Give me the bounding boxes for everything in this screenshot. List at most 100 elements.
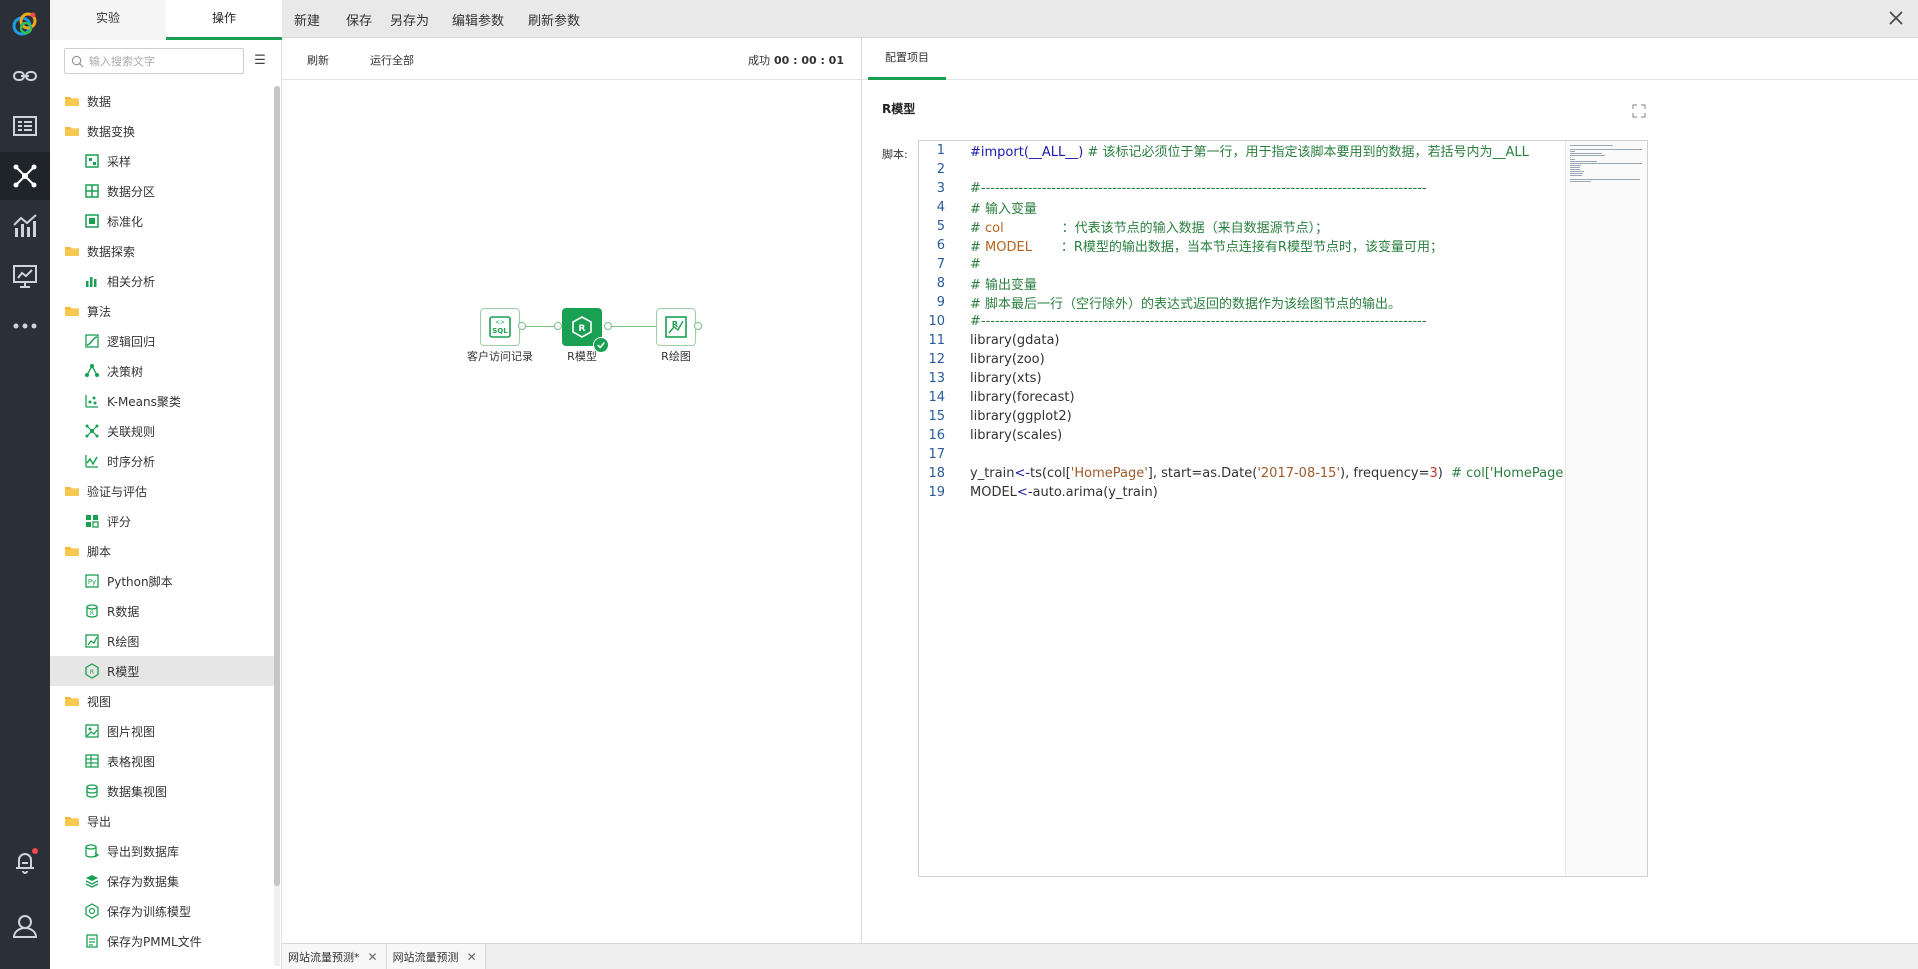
folder-open-icon — [64, 243, 80, 259]
document-tab[interactable]: 网站流量预测 ✕ — [386, 944, 486, 969]
user-icon[interactable] — [0, 902, 50, 950]
code-token: y_train — [970, 466, 1015, 481]
tree-item-label: 数据变换 — [87, 124, 136, 139]
refresh-params-button[interactable]: 刷新参数 — [528, 10, 580, 29]
refresh-button[interactable]: 刷新 — [307, 52, 329, 68]
tree-folder[interactable]: 数据探索 — [50, 236, 274, 266]
line-number: 9 — [936, 295, 945, 310]
editor-minimap[interactable] — [1565, 141, 1647, 876]
line-number: 1 — [936, 143, 945, 158]
tree-item[interactable]: Py Python脚本 — [50, 566, 274, 596]
code-text: MODEL<-auto.arima(y_train) — [970, 485, 1158, 500]
tree-item[interactable]: 时序分析 — [50, 446, 274, 476]
tree-item[interactable]: 标准化 — [50, 206, 274, 236]
tree-item[interactable]: 数据分区 — [50, 176, 274, 206]
code-text: # MODEL ：R模型的输出数据，当本节点连接有R模型节点时，该变量可用； — [970, 236, 1443, 255]
svg-text:<>: <> — [495, 319, 505, 326]
tree-item-label: 数据探索 — [87, 244, 136, 259]
tree-item[interactable]: R R数据 — [50, 596, 274, 626]
save-button[interactable]: 保存 — [346, 10, 372, 29]
workflow-node-r-model[interactable]: R — [562, 308, 609, 353]
tree-item[interactable]: 评分 — [50, 506, 274, 536]
run-all-button[interactable]: 运行全部 — [370, 52, 414, 68]
code-text: library(forecast) — [970, 390, 1075, 405]
close-icon[interactable] — [1886, 8, 1906, 28]
sample-icon — [84, 153, 100, 169]
search-input[interactable] — [89, 54, 239, 68]
list-icon[interactable] — [0, 102, 50, 150]
more-icon[interactable] — [0, 302, 50, 350]
tree-item[interactable]: 图片视图 — [50, 716, 274, 746]
code-token: ：代表该节点的输入数据（来自数据源节点）； — [1003, 221, 1329, 236]
list-menu-icon[interactable]: ☰ — [253, 52, 267, 70]
tree-item[interactable]: R R模型 — [50, 656, 274, 686]
output-port[interactable] — [694, 322, 702, 330]
close-tab-icon[interactable]: ✕ — [467, 950, 477, 964]
code-token: # 脚本最后一行（空行除外）的表达式返回的数据作为该绘图节点的输出。 — [970, 297, 1402, 312]
close-tab-icon[interactable]: ✕ — [368, 950, 378, 964]
tab-experiment[interactable]: 实验 — [50, 0, 166, 40]
tree-item[interactable]: 保存为数据集 — [50, 866, 274, 896]
analytics-icon[interactable] — [0, 202, 50, 250]
tree-folder[interactable]: 导出 — [50, 806, 274, 836]
workflow-node-r-plot[interactable]: R — [656, 308, 696, 346]
minimap-line — [1570, 145, 1614, 146]
tree-item[interactable]: 决策树 — [50, 356, 274, 386]
input-port[interactable] — [554, 322, 562, 330]
tree-item[interactable]: 逻辑回归 — [50, 326, 274, 356]
new-button[interactable]: 新建 — [294, 10, 320, 29]
tree-item[interactable]: 相关分析 — [50, 266, 274, 296]
dashboard-icon[interactable] — [0, 252, 50, 300]
tree-folder[interactable]: 脚本 — [50, 536, 274, 566]
code-token: library(xts) — [970, 371, 1042, 386]
tree-folder[interactable]: 验证与评估 — [50, 476, 274, 506]
output-port[interactable] — [518, 322, 526, 330]
fullscreen-icon[interactable] — [1632, 104, 1646, 118]
code-token: # — [970, 221, 986, 236]
tree-item[interactable]: 数据集视图 — [50, 776, 274, 806]
line-number: 2 — [936, 162, 945, 177]
minimap-line — [1570, 151, 1575, 152]
top-toolbar: 新建 保存 另存为 编辑参数 刷新参数 — [282, 0, 1918, 38]
workflow-node-source[interactable]: <> SQL — [480, 308, 520, 346]
line-number: 10 — [928, 314, 945, 329]
tree-item[interactable]: R绘图 — [50, 626, 274, 656]
svg-text:SQL: SQL — [492, 327, 508, 335]
tree-folder[interactable]: 视图 — [50, 686, 274, 716]
minimap-line — [1570, 181, 1591, 182]
tree-folder[interactable]: 算法 — [50, 296, 274, 326]
nav-scrollbar-thumb[interactable] — [274, 86, 280, 886]
document-tab[interactable]: 网站流量预测* ✕ — [282, 944, 387, 969]
code-line: 10 #-------------------------------------… — [919, 312, 1569, 331]
code-area[interactable]: 1 #import(__ALL__) # 该标记必须位于第一行，用于指定该脚本要用… — [919, 141, 1569, 876]
script-editor[interactable]: 1 #import(__ALL__) # 该标记必须位于第一行，用于指定该脚本要用… — [918, 140, 1648, 877]
output-port[interactable] — [604, 322, 612, 330]
code-text: # 输入变量 — [970, 198, 1037, 217]
edit-params-button[interactable]: 编辑参数 — [452, 10, 504, 29]
score-icon — [84, 513, 100, 529]
link-icon[interactable] — [0, 52, 50, 100]
nav-scrollbar[interactable] — [274, 86, 280, 966]
code-token: ：R模型的输出数据，当本节点连接有R模型节点时，该变量可用； — [1031, 240, 1443, 255]
tree-item[interactable]: 保存为训练模型 — [50, 896, 274, 926]
workflow-canvas[interactable]: 刷新 运行全部 成功 00 : 00 : 01 <> SQL 客户访问记录 R R模… — [282, 38, 862, 943]
config-tabs: 配置项目 — [862, 38, 1918, 80]
tree-item[interactable]: 表格视图 — [50, 746, 274, 776]
tree-item[interactable]: 导出到数据库 — [50, 836, 274, 866]
workflow-icon[interactable] — [0, 152, 50, 200]
tree-item-label: R数据 — [107, 604, 140, 619]
tab-config-items[interactable]: 配置项目 — [868, 38, 946, 80]
tree-item[interactable]: K-Means聚类 — [50, 386, 274, 416]
tree-folder[interactable]: 数据 — [50, 86, 274, 116]
notification-bell-icon[interactable] — [0, 838, 50, 886]
tab-operations[interactable]: 操作 — [166, 0, 282, 40]
r-plot-icon — [84, 633, 100, 649]
tree-folder[interactable]: 数据变换 — [50, 116, 274, 146]
tree-item-label: R绘图 — [107, 634, 140, 649]
tree-item[interactable]: 采样 — [50, 146, 274, 176]
tree-item[interactable]: 关联规则 — [50, 416, 274, 446]
sql-icon: <>SQL — [489, 316, 511, 338]
tree-item[interactable]: 保存为PMML文件 — [50, 926, 274, 956]
logo-rings — [12, 12, 37, 36]
save-as-button[interactable]: 另存为 — [390, 10, 429, 29]
